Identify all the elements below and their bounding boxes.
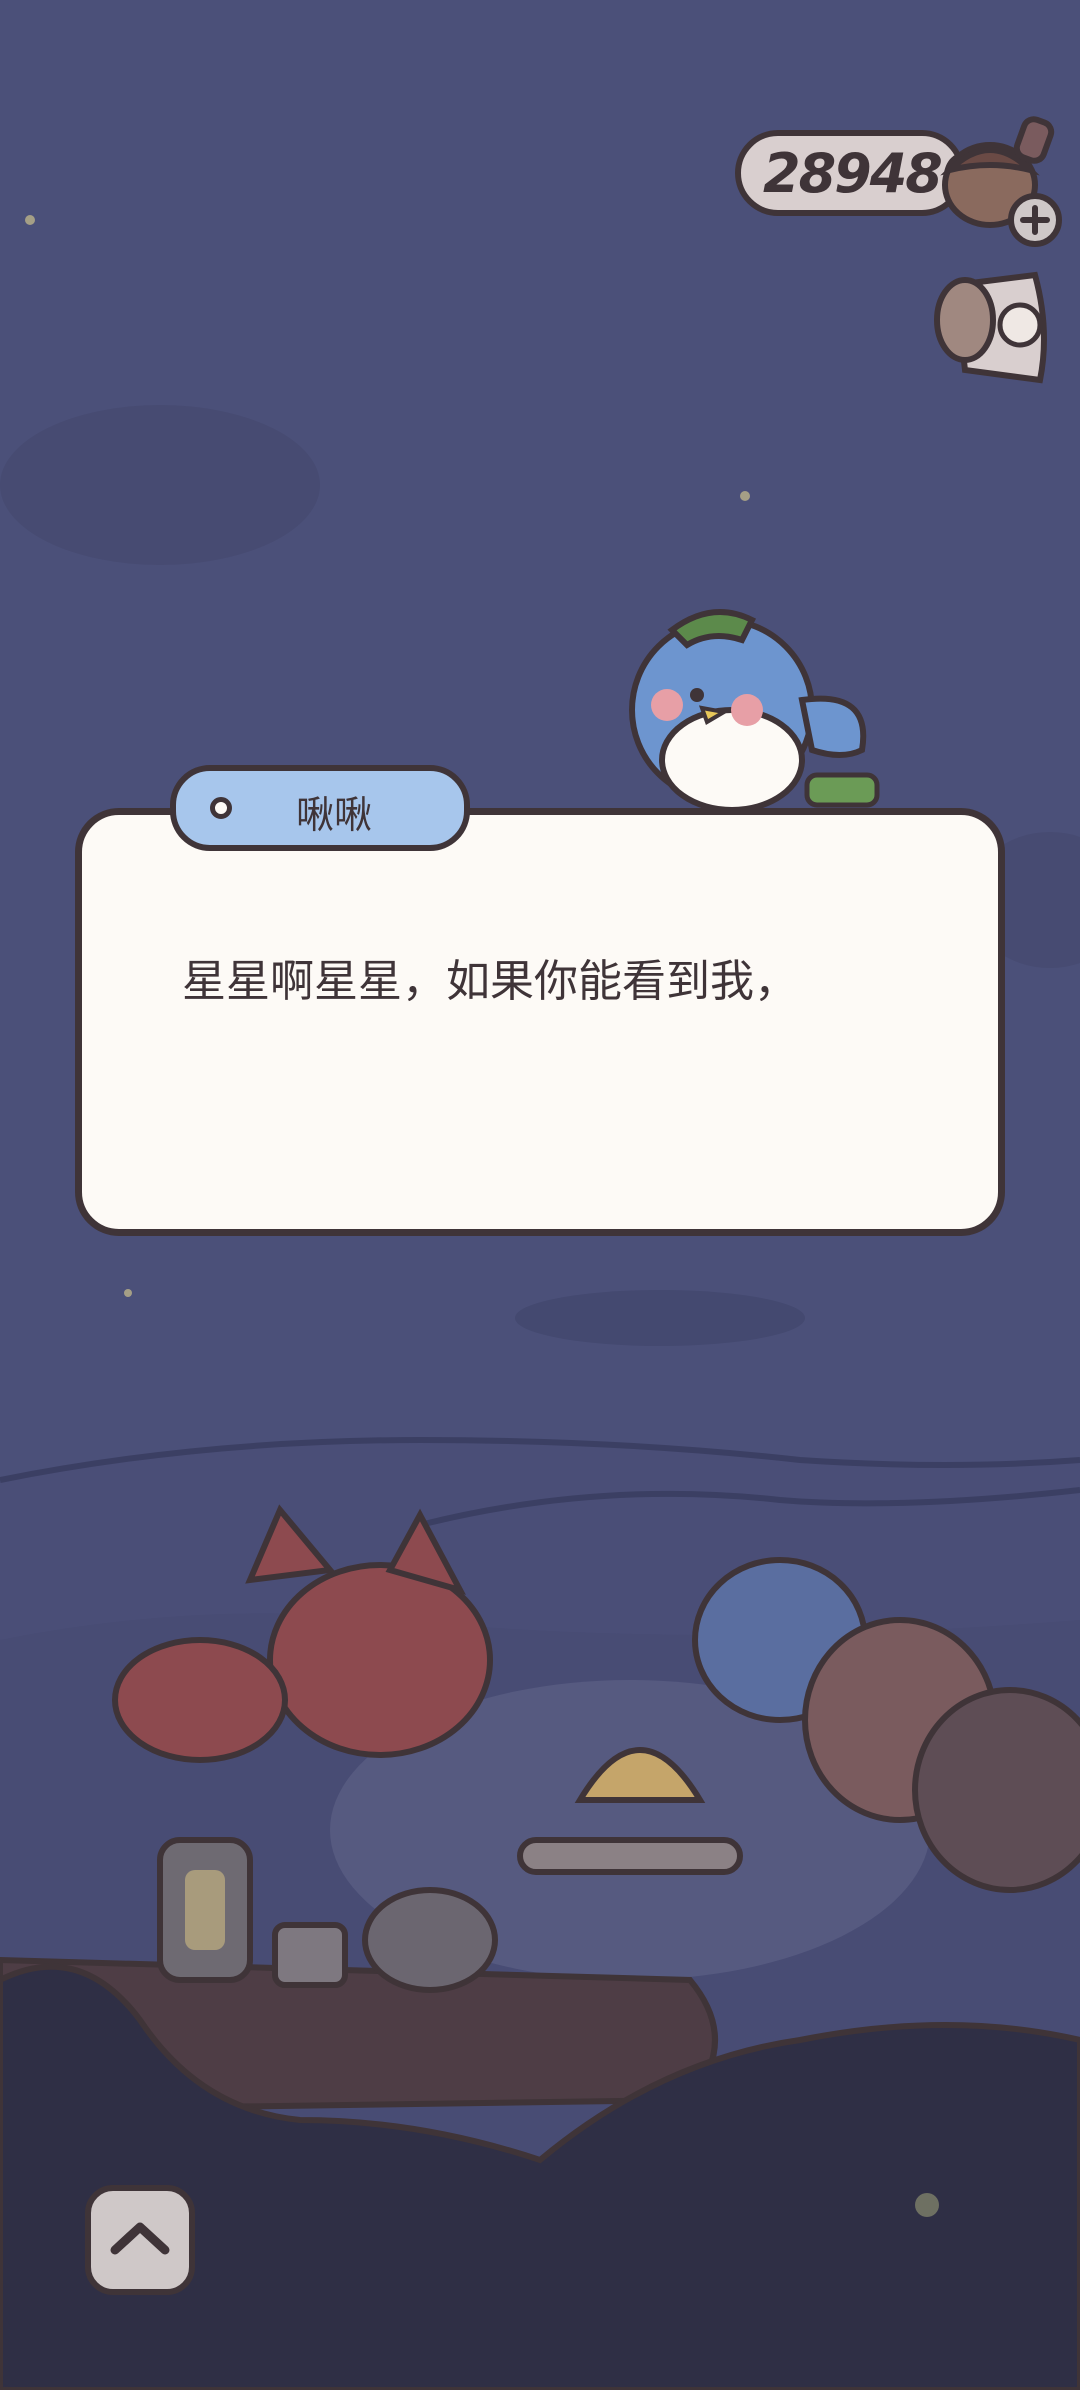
acorn-add-icon[interactable] [930,110,1080,260]
chevron-up-icon [110,2222,170,2255]
name-tag-dot-icon [210,797,232,819]
expand-menu-button[interactable] [85,2185,195,2295]
dialog-box[interactable]: 星星啊星星，如果你能看到我， [75,808,1005,1236]
bird-character-icon [629,609,880,813]
speaker-name: 啾啾 [296,793,373,837]
scroll-icon[interactable] [925,270,1065,390]
dialog-text: 星星啊星星，如果你能看到我， [182,956,798,1007]
speaker-name-tag: 啾啾 [170,765,470,851]
